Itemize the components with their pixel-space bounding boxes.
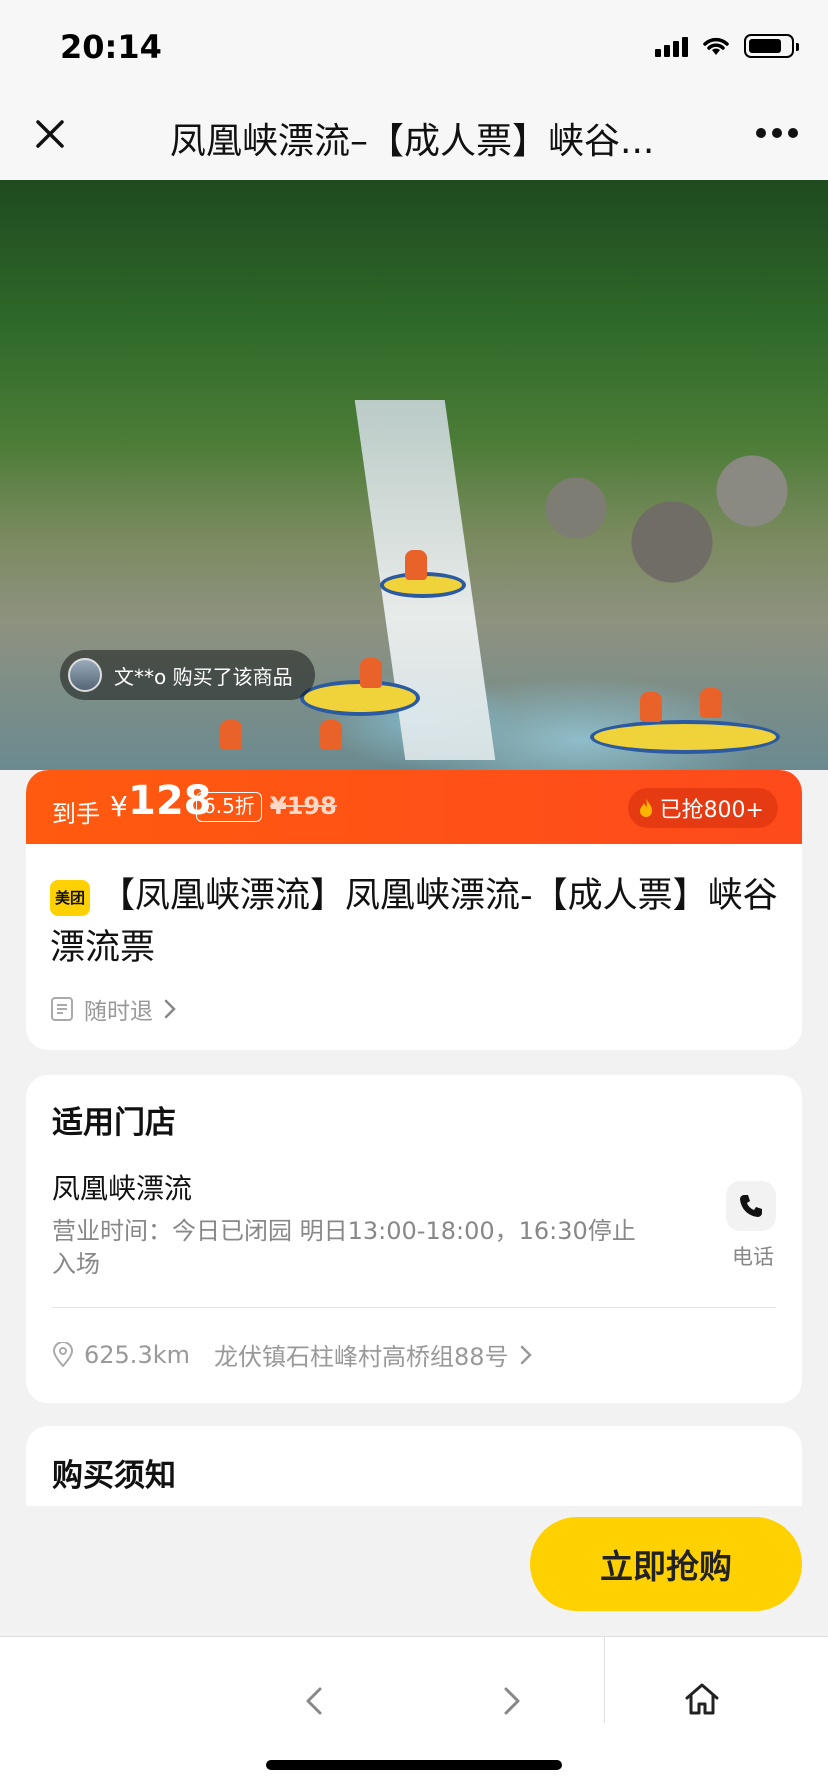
- meituan-logo-icon: 美团: [50, 880, 90, 916]
- hero-rafter: [360, 658, 382, 688]
- close-icon[interactable]: [30, 114, 70, 154]
- title-bar: 凤凰峡漂流–【成人票】峡谷...: [0, 100, 828, 180]
- hero-rafter: [640, 692, 662, 722]
- store-hours: 营业时间：今日已闭园 明日13:00-18:00，16:30停止入场: [52, 1217, 636, 1278]
- applicable-store-card: 适用门店 凤凰峡漂流 营业时间：今日已闭园 明日13:00-18:00，16:3…: [26, 1075, 802, 1403]
- product-title-text: 【凤凰峡漂流】凤凰峡漂流-【成人票】峡谷漂流票: [50, 876, 778, 968]
- purchase-notice-heading: 购买须知: [52, 1458, 176, 1494]
- phone-label[interactable]: 电话: [732, 1241, 774, 1271]
- buyer-notice-text: 文**o 购买了该商品: [114, 664, 293, 689]
- sold-count-text: 已抢800+: [659, 798, 764, 823]
- divider: [604, 1637, 605, 1723]
- refund-policy-link[interactable]: 随时退: [50, 992, 177, 1026]
- store-address-link[interactable]: 625.3km 龙伏镇石柱峰村高桥组88号: [52, 1337, 533, 1372]
- home-icon[interactable]: [682, 1679, 722, 1719]
- phone-button[interactable]: [726, 1181, 776, 1231]
- product-title: 美团 【凤凰峡漂流】凤凰峡漂流-【成人票】峡谷漂流票: [50, 870, 790, 974]
- original-price: ¥198: [270, 792, 337, 820]
- cellular-signal-icon: [655, 35, 688, 57]
- status-bar: 20:14: [0, 0, 828, 100]
- wifi-icon: [703, 37, 729, 55]
- refund-policy-text: 随时退: [84, 999, 153, 1025]
- divider: [52, 1307, 776, 1308]
- price-banner: 到手 ¥ 128 6.5折 ¥198 已抢800+: [26, 770, 802, 844]
- price-currency: ¥: [110, 790, 128, 823]
- battery-icon: [744, 34, 799, 58]
- status-icons: [655, 34, 799, 58]
- discount-badge: 6.5折: [196, 792, 262, 822]
- hero-rafter: [405, 550, 427, 580]
- avatar: [68, 658, 102, 692]
- purchase-notice-card: 购买须知: [26, 1426, 802, 1506]
- product-info-card: 到手 ¥ 128 6.5折 ¥198 已抢800+ 美团 【凤凰峡漂流】凤凰峡漂流…: [26, 770, 802, 1050]
- hero-rafter: [220, 720, 242, 750]
- phone-icon: [740, 1195, 762, 1217]
- hero-rafter: [320, 720, 342, 750]
- buyer-notice: 文**o 购买了该商品: [60, 650, 315, 700]
- back-icon[interactable]: [296, 1681, 336, 1721]
- chevron-right-icon: [164, 999, 176, 1019]
- store-section-heading: 适用门店: [52, 1105, 176, 1141]
- status-time: 20:14: [60, 28, 162, 66]
- sold-count-badge: 已抢800+: [627, 788, 778, 828]
- chevron-right-icon: [520, 1345, 532, 1364]
- buy-now-button[interactable]: 立即抢购: [530, 1517, 802, 1611]
- store-distance: 625.3km: [84, 1340, 190, 1369]
- store-address: 龙伏镇石柱峰村高桥组88号: [213, 1343, 509, 1371]
- product-hero-image[interactable]: 文**o 购买了该商品: [0, 180, 828, 770]
- store-name[interactable]: 凤凰峡漂流: [52, 1167, 192, 1207]
- document-icon: [51, 997, 73, 1021]
- hero-rafter: [700, 688, 722, 718]
- forward-icon[interactable]: [490, 1681, 530, 1721]
- more-options-icon[interactable]: [756, 128, 798, 138]
- location-pin-icon: [52, 1341, 74, 1368]
- hero-rocks: [480, 440, 800, 610]
- hero-raft: [590, 720, 780, 754]
- page-title: 凤凰峡漂流–【成人票】峡谷...: [170, 121, 655, 162]
- flame-icon: [639, 798, 652, 817]
- home-indicator[interactable]: [266, 1760, 562, 1770]
- price-prefix: 到手: [52, 800, 100, 828]
